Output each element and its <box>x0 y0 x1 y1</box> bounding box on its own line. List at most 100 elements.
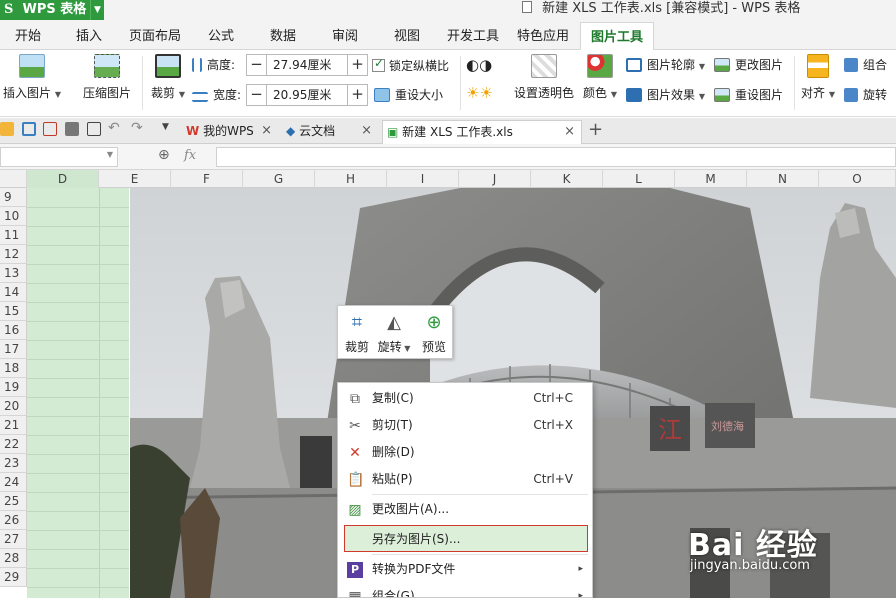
contrast-buttons[interactable]: ◐◑ <box>466 56 492 74</box>
row-header[interactable]: 19 <box>0 378 27 397</box>
row-header[interactable]: 28 <box>0 549 27 568</box>
tab-picture-tools[interactable]: 图片工具 <box>580 22 654 51</box>
fx-icon[interactable]: fx <box>184 148 196 163</box>
formula-input[interactable] <box>216 147 896 167</box>
mini-crop-button[interactable]: ⌗ 裁剪 <box>339 312 375 355</box>
row-header[interactable]: 25 <box>0 492 27 511</box>
quick-access-dropdown-icon[interactable]: ▼ <box>162 122 176 136</box>
column-header[interactable]: I <box>387 170 459 188</box>
menu-item-copy[interactable]: ⧉ 复制(C) Ctrl+C <box>338 385 592 412</box>
width-decrease-button[interactable]: − <box>247 85 267 105</box>
mini-preview-button[interactable]: ⊕ 预览 <box>416 312 452 355</box>
menu-item-group[interactable]: ▦ 组合(G) ▸ <box>338 583 592 597</box>
tab-view[interactable]: 视图 <box>380 22 434 50</box>
column-header[interactable]: L <box>603 170 675 188</box>
height-stepper[interactable]: − 27.94厘米 + <box>246 54 368 76</box>
checkbox-checked-icon[interactable] <box>372 56 385 72</box>
export-pdf-icon[interactable] <box>43 122 57 136</box>
rotate-ribbon-button[interactable]: 旋转 <box>844 86 887 103</box>
row-header[interactable]: 29 <box>0 568 27 587</box>
doc-tab-workbook[interactable]: ▣ 新建 XLS 工作表.xls × <box>382 120 582 144</box>
doc-tab-my-wps[interactable]: W 我的WPS × <box>182 120 278 144</box>
save-icon[interactable] <box>22 122 36 136</box>
contrast-decrease-icon[interactable]: ◑ <box>479 56 492 74</box>
row-header[interactable]: 10 <box>0 207 27 226</box>
column-header[interactable]: F <box>171 170 243 188</box>
tab-page-layout[interactable]: 页面布局 <box>124 22 186 50</box>
column-header[interactable]: D <box>27 170 99 188</box>
row-header[interactable]: 23 <box>0 454 27 473</box>
column-header[interactable]: E <box>99 170 171 188</box>
column-header[interactable]: N <box>747 170 819 188</box>
height-value[interactable]: 27.94厘米 <box>273 55 331 75</box>
row-header[interactable]: 15 <box>0 302 27 321</box>
row-header[interactable]: 27 <box>0 530 27 549</box>
selected-cells-area[interactable] <box>27 188 129 598</box>
row-header[interactable]: 14 <box>0 283 27 302</box>
column-header[interactable]: H <box>315 170 387 188</box>
name-box[interactable]: ▼ <box>0 147 118 167</box>
menu-item-cut[interactable]: ✂ 剪切(T) Ctrl+X <box>338 412 592 439</box>
picture-effect-button[interactable]: 图片效果 ▼ <box>626 86 705 103</box>
column-header[interactable]: O <box>819 170 896 188</box>
row-header[interactable]: 18 <box>0 359 27 378</box>
print-preview-icon[interactable] <box>87 122 101 136</box>
row-header[interactable]: 12 <box>0 245 27 264</box>
change-picture-ribbon-button[interactable]: 更改图片 <box>714 56 783 73</box>
tab-insert[interactable]: 插入 <box>62 22 116 50</box>
column-header[interactable]: M <box>675 170 747 188</box>
menu-item-change-picture[interactable]: ▨ 更改图片(A)... <box>338 496 592 523</box>
corner-cell[interactable] <box>0 170 27 188</box>
wps-app-menu-button[interactable]: S WPS 表格 ▼ <box>0 0 104 20</box>
menu-item-delete[interactable]: ✕ 删除(D) <box>338 439 592 466</box>
color-button[interactable]: 颜色 ▼ <box>580 54 620 101</box>
menu-item-paste[interactable]: 📋 粘贴(P) Ctrl+V <box>338 466 592 493</box>
open-folder-icon[interactable] <box>0 122 14 136</box>
lock-ratio-checkbox[interactable]: 锁定纵横比 <box>372 56 449 74</box>
tab-formulas[interactable]: 公式 <box>194 22 248 50</box>
brightness-decrease-icon[interactable]: ☀ <box>479 84 492 102</box>
set-transparent-button[interactable]: 设置透明色 <box>512 54 576 101</box>
close-icon[interactable]: × <box>261 120 272 142</box>
print-icon[interactable] <box>65 122 79 136</box>
row-header[interactable]: 24 <box>0 473 27 492</box>
tab-home[interactable]: 开始 <box>0 22 56 50</box>
reset-picture-button[interactable]: 重设图片 <box>714 86 783 103</box>
close-icon[interactable]: × <box>564 121 575 143</box>
menu-item-convert-pdf[interactable]: P 转换为PDF文件 ▸ <box>338 556 592 583</box>
tab-special[interactable]: 特色应用 <box>512 22 574 50</box>
redo-icon[interactable]: ↷ <box>131 120 145 136</box>
width-increase-button[interactable]: + <box>347 85 367 105</box>
close-icon[interactable]: × <box>361 120 372 142</box>
zoom-search-icon[interactable]: ⊕ <box>158 147 170 163</box>
mini-rotate-button[interactable]: ◭ 旋转 ▼ <box>376 312 412 355</box>
compress-picture-button[interactable]: 压缩图片 <box>80 54 134 101</box>
column-header[interactable]: K <box>531 170 603 188</box>
column-header[interactable]: G <box>243 170 315 188</box>
chevron-down-icon[interactable]: ▼ <box>90 0 104 20</box>
width-stepper[interactable]: − 20.95厘米 + <box>246 84 368 106</box>
menu-item-save-as-picture[interactable]: 另存为图片(S)... <box>344 525 588 552</box>
column-header[interactable]: J <box>459 170 531 188</box>
row-header[interactable]: 26 <box>0 511 27 530</box>
align-button[interactable]: 对齐 ▼ <box>798 54 838 101</box>
row-header[interactable]: 17 <box>0 340 27 359</box>
doc-tab-cloud-docs[interactable]: ◆ 云文档 × <box>282 120 378 144</box>
tab-data[interactable]: 数据 <box>256 22 310 50</box>
contrast-increase-icon[interactable]: ◐ <box>466 56 479 74</box>
crop-button[interactable]: 裁剪 ▼ <box>148 54 188 101</box>
row-header[interactable]: 21 <box>0 416 27 435</box>
group-button[interactable]: 组合 <box>844 56 887 73</box>
height-increase-button[interactable]: + <box>347 55 367 75</box>
width-value[interactable]: 20.95厘米 <box>273 85 331 105</box>
row-header[interactable]: 16 <box>0 321 27 340</box>
tab-developer[interactable]: 开发工具 <box>442 22 504 50</box>
undo-icon[interactable]: ↶ <box>108 120 122 136</box>
picture-outline-button[interactable]: 图片轮廓 ▼ <box>626 56 705 73</box>
row-header[interactable]: 22 <box>0 435 27 454</box>
height-decrease-button[interactable]: − <box>247 55 267 75</box>
row-header[interactable]: 11 <box>0 226 27 245</box>
chevron-down-icon[interactable]: ▼ <box>107 150 113 159</box>
row-header[interactable]: 9 <box>0 188 27 207</box>
brightness-buttons[interactable]: ☀☀ <box>466 84 493 102</box>
